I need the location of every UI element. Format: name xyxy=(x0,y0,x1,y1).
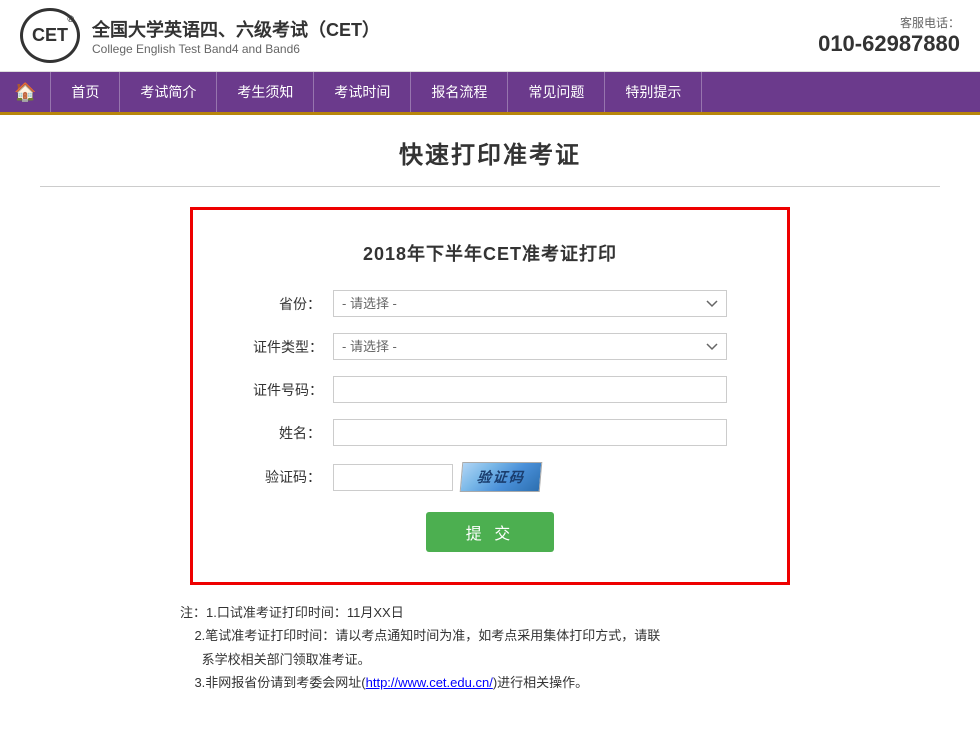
submit-button[interactable]: 提 交 xyxy=(426,512,554,552)
notes-item-1: 1.口试准考证打印时间：11月XX日 xyxy=(206,605,404,620)
notes-indent xyxy=(180,628,194,643)
cet-website-link[interactable]: http://www.cet.edu.cn/ xyxy=(366,675,493,690)
cert-number-row: 证件号码： xyxy=(253,376,727,403)
nav-item-faq[interactable]: 常见问题 xyxy=(508,72,605,112)
logo-area: CET ® 全国大学英语四、六级考试（CET） College English … xyxy=(20,8,380,63)
name-label: 姓名： xyxy=(253,423,333,443)
title-divider xyxy=(40,186,940,187)
province-label: 省份： xyxy=(253,294,333,314)
notes-prefix: 注： xyxy=(180,605,206,620)
cert-type-label: 证件类型： xyxy=(253,337,333,357)
notes-item-3-pre: 3.非网报省份请到考委会网址( xyxy=(194,675,365,690)
form-container: 2018年下半年CET准考证打印 省份： - 请选择 - 证件类型： - 请选择… xyxy=(190,207,790,585)
captcha-label: 验证码： xyxy=(253,467,333,487)
contact-label: 客服电话： xyxy=(818,14,960,31)
logo-text-area: 全国大学英语四、六级考试（CET） College English Test B… xyxy=(92,16,380,56)
contact-phone: 010-62987880 xyxy=(818,31,960,57)
notes-item-2: 2.笔试准考证打印时间：请以考点通知时间为准，如考点采用集体打印方式，请联 xyxy=(194,628,660,643)
nav-item-special[interactable]: 特别提示 xyxy=(605,72,702,112)
nav-item-intro[interactable]: 考试简介 xyxy=(120,72,217,112)
logo-registered: ® xyxy=(67,14,74,24)
notes-item-3-post: )进行相关操作。 xyxy=(493,675,588,690)
logo-cet-text: CET xyxy=(32,25,68,46)
form-title: 2018年下半年CET准考证打印 xyxy=(253,240,727,266)
cert-type-control: - 请选择 - xyxy=(333,333,727,360)
name-control xyxy=(333,419,727,446)
province-row: 省份： - 请选择 - xyxy=(253,290,727,317)
name-input[interactable] xyxy=(333,419,727,446)
captcha-control: 验证码 xyxy=(333,462,727,492)
site-header: CET ® 全国大学英语四、六级考试（CET） College English … xyxy=(0,0,980,72)
name-row: 姓名： xyxy=(253,419,727,446)
nav-item-home[interactable]: 首页 xyxy=(51,72,120,112)
navbar: 🏠 首页 考试简介 考生须知 考试时间 报名流程 常见问题 特别提示 xyxy=(0,72,980,112)
cet-logo: CET ® xyxy=(20,8,80,63)
cert-number-control xyxy=(333,376,727,403)
notes-section: 注：1.口试准考证打印时间：11月XX日 2.笔试准考证打印时间：请以考点通知时… xyxy=(180,601,800,695)
captcha-group: 验证码 xyxy=(333,462,727,492)
notes-indent2 xyxy=(180,652,202,667)
notes-indent3 xyxy=(180,675,194,690)
cert-number-input[interactable] xyxy=(333,376,727,403)
contact-area: 客服电话： 010-62987880 xyxy=(818,14,960,57)
captcha-image[interactable]: 验证码 xyxy=(460,462,543,492)
province-select[interactable]: - 请选择 - xyxy=(333,290,727,317)
captcha-input[interactable] xyxy=(333,464,453,491)
nav-item-time[interactable]: 考试时间 xyxy=(314,72,411,112)
nav-home-icon[interactable]: 🏠 xyxy=(0,72,51,112)
cert-type-select[interactable]: - 请选择 - xyxy=(333,333,727,360)
province-control: - 请选择 - xyxy=(333,290,727,317)
notes-item-2-cont: 系学校相关部门领取准考证。 xyxy=(202,652,371,667)
cert-number-label: 证件号码： xyxy=(253,380,333,400)
page-title: 快速打印准考证 xyxy=(40,135,940,170)
site-title-en: College English Test Band4 and Band6 xyxy=(92,42,380,56)
captcha-row: 验证码： 验证码 xyxy=(253,462,727,492)
cert-type-row: 证件类型： - 请选择 - xyxy=(253,333,727,360)
site-title-cn: 全国大学英语四、六级考试（CET） xyxy=(92,16,380,42)
main-content: 快速打印准考证 2018年下半年CET准考证打印 省份： - 请选择 - 证件类… xyxy=(0,115,980,731)
nav-item-notice[interactable]: 考生须知 xyxy=(217,72,314,112)
nav-item-register[interactable]: 报名流程 xyxy=(411,72,508,112)
